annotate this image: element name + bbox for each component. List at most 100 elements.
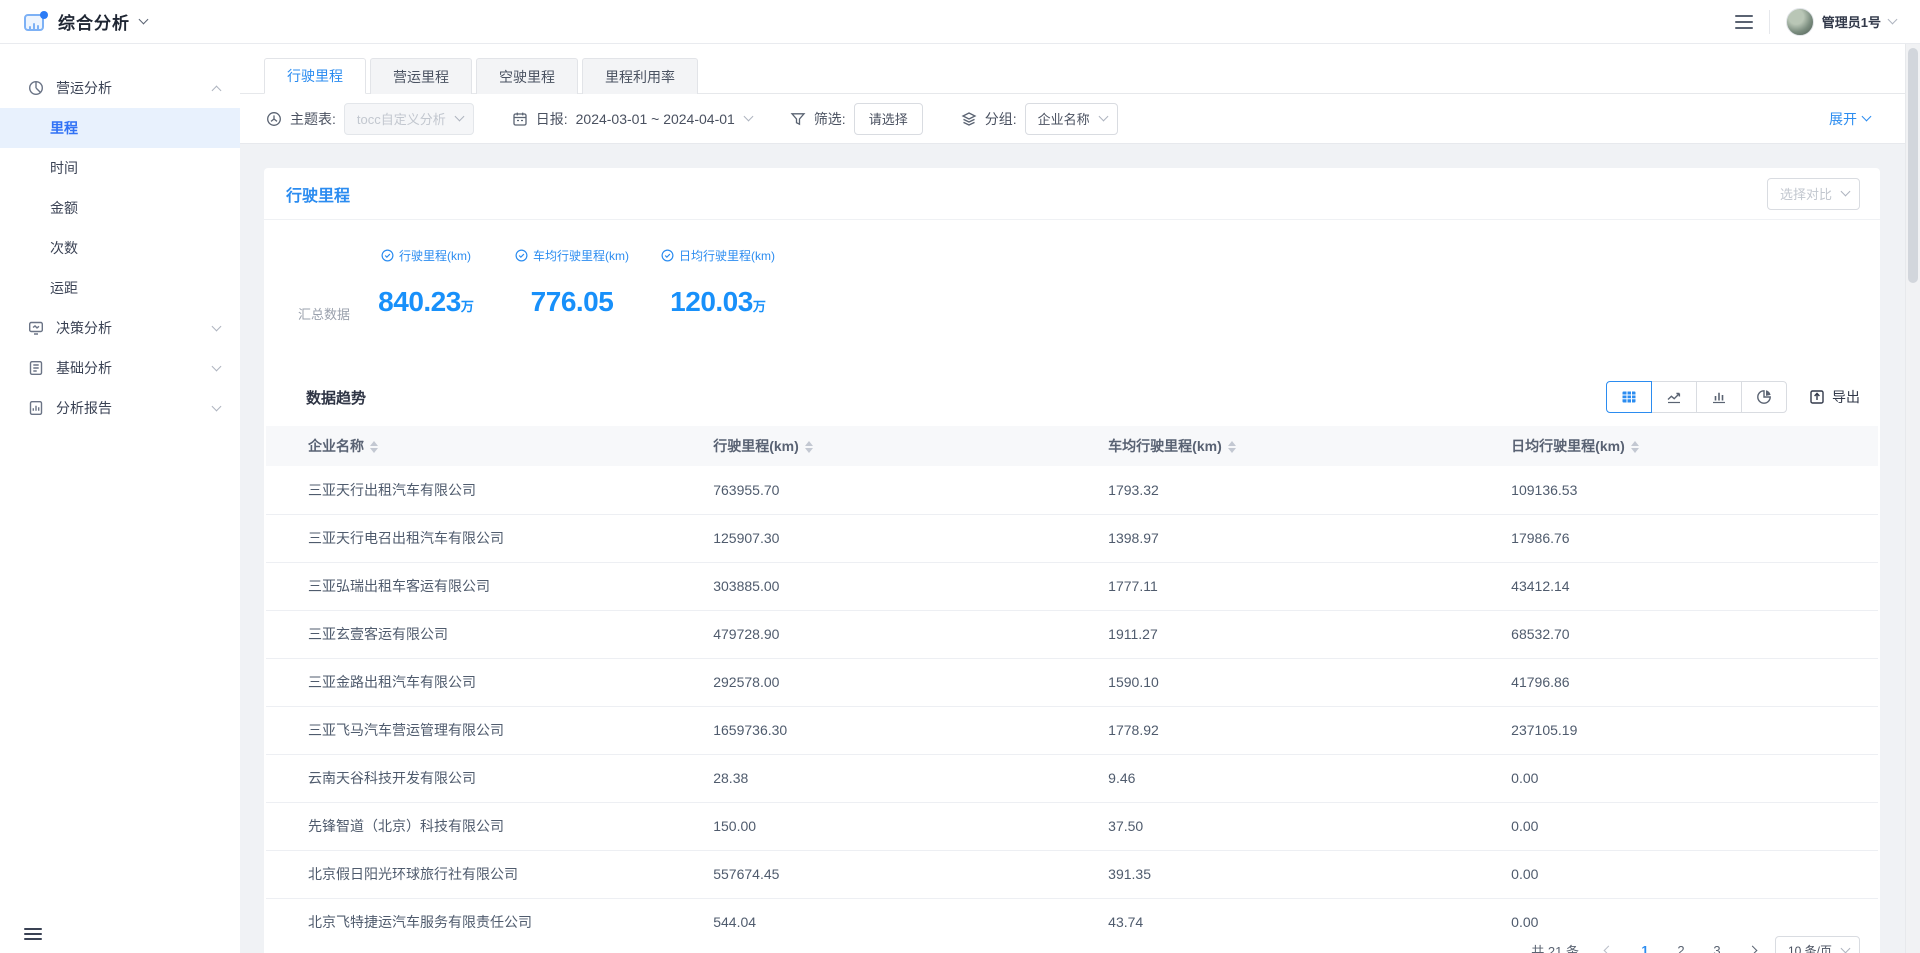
column-header-company[interactable]: 企业名称 <box>266 426 701 466</box>
cell-driving-mileage: 150.00 <box>701 802 1096 850</box>
scrollbar-thumb[interactable] <box>1908 48 1918 283</box>
cell-company: 三亚金路出租汽车有限公司 <box>266 658 701 706</box>
user-menu[interactable]: 管理员1号 <box>1786 8 1896 36</box>
prev-page-button[interactable] <box>1595 936 1623 953</box>
line-chart-view-button[interactable] <box>1651 381 1697 413</box>
page-number-1[interactable]: 1 <box>1631 936 1659 953</box>
sidebar-item-distance[interactable]: 运距 <box>0 268 240 308</box>
column-header-label: 企业名称 <box>308 438 364 454</box>
sidebar-item-count[interactable]: 次数 <box>0 228 240 268</box>
table-row[interactable]: 三亚天行电召出租汽车有限公司 125907.30 1398.97 17986.7… <box>266 514 1878 562</box>
sidebar-item-amount[interactable]: 金额 <box>0 188 240 228</box>
date-range-picker[interactable]: 2024-03-01 ~ 2024-04-01 <box>576 111 752 127</box>
page-size-select[interactable]: 10 条/页 <box>1775 936 1860 953</box>
sidebar-item-label: 运距 <box>50 278 78 298</box>
filter-select-button[interactable]: 请选择 <box>854 103 923 135</box>
cell-driving-mileage: 125907.30 <box>701 514 1096 562</box>
metric-value: 776.05 <box>531 286 614 317</box>
cell-daily-avg-mileage: 109136.53 <box>1499 466 1878 514</box>
app-switcher[interactable]: 综合分析 <box>24 9 147 34</box>
chevron-down-icon <box>1841 943 1851 953</box>
table-row[interactable]: 三亚飞马汽车营运管理有限公司 1659736.30 1778.92 237105… <box>266 706 1878 754</box>
bar-chart-view-button[interactable] <box>1696 381 1742 413</box>
metric-label: 行驶里程(km) <box>399 247 471 264</box>
group-select[interactable]: 企业名称 <box>1025 103 1118 135</box>
date-range-value: 2024-03-01 ~ 2024-04-01 <box>576 111 735 127</box>
column-header-daily-avg-mileage[interactable]: 日均行驶里程(km) <box>1499 426 1878 466</box>
check-circle-icon <box>515 249 528 262</box>
cell-driving-mileage: 479728.90 <box>701 610 1096 658</box>
sidebar-group-operation-analysis[interactable]: 营运分析 <box>0 68 240 108</box>
list-menu-icon[interactable] <box>1735 15 1753 29</box>
sidebar-group-analysis-report[interactable]: 分析报告 <box>0 388 240 428</box>
cell-company: 云南天谷科技开发有限公司 <box>266 754 701 802</box>
cell-avg-vehicle-mileage: 37.50 <box>1096 802 1499 850</box>
cell-avg-vehicle-mileage: 1793.32 <box>1096 466 1499 514</box>
pie-chart-view-button[interactable] <box>1741 381 1787 413</box>
tab-driving-mileage[interactable]: 行驶里程 <box>264 58 366 94</box>
cell-avg-vehicle-mileage: 43.74 <box>1096 898 1499 928</box>
chevron-down-icon <box>212 401 222 411</box>
table-row[interactable]: 先锋智道（北京）科技有限公司 150.00 37.50 0.00 <box>266 802 1878 850</box>
user-name: 管理员1号 <box>1822 12 1881 31</box>
table-row[interactable]: 三亚玄壹客运有限公司 479728.90 1911.27 68532.70 <box>266 610 1878 658</box>
cell-daily-avg-mileage: 0.00 <box>1499 754 1878 802</box>
chevron-down-icon <box>212 321 222 331</box>
cell-daily-avg-mileage: 41796.86 <box>1499 658 1878 706</box>
tab-operating-mileage[interactable]: 营运里程 <box>370 58 472 94</box>
group-label: 分组: <box>985 109 1017 129</box>
table-row[interactable]: 三亚金路出租汽车有限公司 292578.00 1590.10 41796.86 <box>266 658 1878 706</box>
table-row[interactable]: 三亚弘瑞出租车客运有限公司 303885.00 1777.11 43412.14 <box>266 562 1878 610</box>
sort-icon[interactable] <box>1631 441 1639 453</box>
sort-icon[interactable] <box>805 441 813 453</box>
sidebar-item-label: 里程 <box>50 118 78 138</box>
table-row[interactable]: 三亚天行出租汽车有限公司 763955.70 1793.32 109136.53 <box>266 466 1878 514</box>
page-scrollbar[interactable] <box>1905 44 1920 953</box>
table-view-button[interactable] <box>1606 381 1652 413</box>
sort-icon[interactable] <box>370 441 378 453</box>
sidebar-item-time[interactable]: 时间 <box>0 148 240 188</box>
sidebar-group-decision-analysis[interactable]: 决策分析 <box>0 308 240 348</box>
cell-daily-avg-mileage: 68532.70 <box>1499 610 1878 658</box>
table-row[interactable]: 北京飞特捷运汽车服务有限责任公司 544.04 43.74 0.00 <box>266 898 1878 928</box>
cell-driving-mileage: 303885.00 <box>701 562 1096 610</box>
column-header-driving-mileage[interactable]: 行驶里程(km) <box>701 426 1096 466</box>
table-row[interactable]: 云南天谷科技开发有限公司 28.38 9.46 0.00 <box>266 754 1878 802</box>
expand-toggle[interactable]: 展开 <box>1829 109 1870 129</box>
sidebar-collapse-icon[interactable] <box>24 928 42 941</box>
page-number-3[interactable]: 3 <box>1703 936 1731 953</box>
column-header-label: 车均行驶里程(km) <box>1108 438 1222 454</box>
cell-avg-vehicle-mileage: 1398.97 <box>1096 514 1499 562</box>
cell-company: 三亚天行出租汽车有限公司 <box>266 466 701 514</box>
compare-select[interactable]: 选择对比 <box>1767 178 1860 210</box>
tab-mileage-utilization[interactable]: 里程利用率 <box>582 58 698 94</box>
metric-driving-mileage: 行驶里程(km) 840.23万 <box>353 246 499 368</box>
tab-empty-mileage[interactable]: 空驶里程 <box>476 58 578 94</box>
monitor-icon <box>28 320 44 336</box>
sidebar-item-mileage[interactable]: 里程 <box>0 108 240 148</box>
top-bar: 综合分析 管理员1号 <box>0 0 1920 44</box>
sidebar-group-basic-analysis[interactable]: 基础分析 <box>0 348 240 388</box>
card-title: 行驶里程 <box>286 182 350 206</box>
column-header-avg-vehicle-mileage[interactable]: 车均行驶里程(km) <box>1096 426 1499 466</box>
trend-title: 数据趋势 <box>306 387 366 408</box>
metric-unit: 万 <box>753 299 766 314</box>
chevron-down-icon <box>139 15 149 25</box>
cell-driving-mileage: 544.04 <box>701 898 1096 928</box>
sort-icon[interactable] <box>1228 441 1236 453</box>
chevron-down-icon <box>1888 15 1898 25</box>
chevron-down-icon <box>1862 112 1872 122</box>
metric-daily-avg-mileage: 日均行驶里程(km) 120.03万 <box>645 246 791 368</box>
page-number-2[interactable]: 2 <box>1667 936 1695 953</box>
layers-icon <box>961 111 977 127</box>
report-icon <box>28 400 44 416</box>
sidebar-group-label: 分析报告 <box>56 398 213 418</box>
cell-daily-avg-mileage: 17986.76 <box>1499 514 1878 562</box>
theme-select[interactable]: tocc自定义分析 <box>344 103 474 135</box>
sidebar-item-label: 金额 <box>50 198 78 218</box>
expand-label: 展开 <box>1829 109 1857 129</box>
table-row[interactable]: 北京假日阳光环球旅行社有限公司 557674.45 391.35 0.00 <box>266 850 1878 898</box>
group-select-value: 企业名称 <box>1038 109 1090 128</box>
export-button[interactable]: 导出 <box>1809 387 1860 407</box>
next-page-button[interactable] <box>1739 936 1767 953</box>
